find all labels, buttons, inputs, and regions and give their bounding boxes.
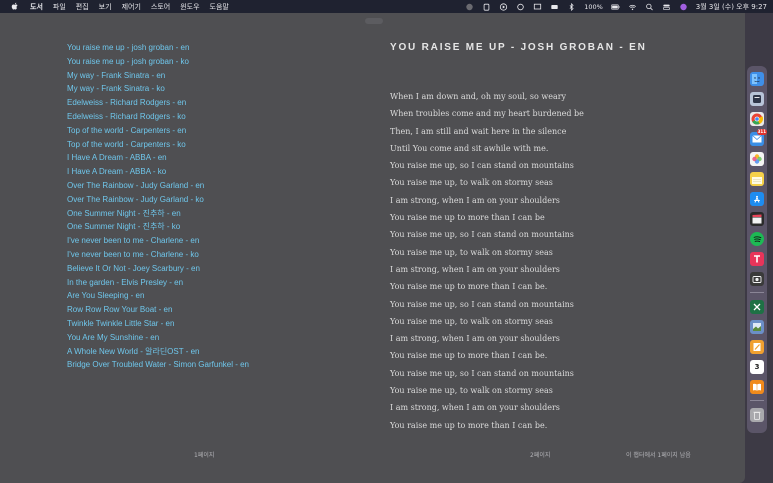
lyric-line: You raise me up, so I can stand on mount… [390,161,574,171]
toc-link[interactable]: I've never been to me - Charlene - en [67,234,327,248]
menu-help[interactable]: 도움말 [210,2,229,12]
lyric-line: You raise me up, to walk on stormy seas [390,178,553,188]
dock-divider [750,400,764,401]
search-icon[interactable] [645,3,654,11]
siri-icon[interactable] [679,3,688,11]
battery-percent: 100% [584,2,603,11]
wifi-icon[interactable] [628,3,637,11]
dock-divider [750,292,764,293]
control-center-icon[interactable] [662,3,671,11]
toc-link[interactable]: One Summer Night - 진추하 - ko [67,220,327,234]
lyric-line: You raise me up, to walk on stormy seas [390,316,553,326]
clapperboard-icon[interactable] [750,212,764,226]
mail-icon[interactable]: 311 [750,129,767,146]
lyric-line: You raise me up, so I can stand on mount… [390,230,574,240]
books-icon[interactable] [750,380,764,394]
lyric-line: You raise me up, so I can stand on mount… [390,368,574,378]
toc-link[interactable]: I've never been to me - Charlene - ko [67,248,327,262]
toc-link[interactable]: A Whole New World - 알라딘OST - en [67,345,327,359]
toc-link[interactable]: You Are My Sunshine - en [67,331,327,345]
toc-link[interactable]: I Have A Dream - ABBA - ko [67,165,327,179]
toc-link[interactable]: Are You Sleeping - en [67,289,327,303]
right-page-number: 2페이지 [530,452,551,459]
lyrics-list: When I am down and, oh my soul, so weary… [390,88,720,434]
toc-link[interactable]: Top of the world - Carpenters - ko [67,138,327,152]
toc-link[interactable]: My way - Frank Sinatra - ko [67,82,327,96]
toc-link[interactable]: You raise me up - josh groban - ko [67,55,327,69]
lyric-line: I am strong, when I am on your shoulders [390,334,560,344]
lyric-line: You raise me up, to walk on stormy seas [390,247,553,257]
toc-link[interactable]: I Have A Dream - ABBA - en [67,151,327,165]
toc-link[interactable]: Over The Rainbow - Judy Garland - en [67,179,327,193]
window-toolbar-handle[interactable] [365,18,383,24]
lyric-line: When I am down and, oh my soul, so weary [390,92,567,101]
apple-menu-icon[interactable] [10,2,20,12]
t-app-icon[interactable] [750,252,764,266]
toc-link[interactable]: Over The Rainbow - Judy Garland - ko [67,193,327,207]
toc-link[interactable]: Bridge Over Troubled Water - Simon Garfu… [67,358,327,372]
calendar-day: 3 [754,363,760,371]
lyric-line: You raise me up, so I can stand on mount… [390,299,574,309]
keyboard-icon[interactable] [550,3,559,11]
preview-icon[interactable] [750,320,764,334]
excel-icon[interactable] [750,300,764,314]
toc-link[interactable]: Edelweiss - Richard Rodgers - en [67,96,327,110]
lyric-line: Until You come and sit awhile with me. [390,143,549,153]
battery-icon[interactable] [610,3,620,11]
menu-books[interactable]: 도서 [30,2,43,12]
lyric-line: You raise me up to more than I can be. [390,420,548,430]
lyric-line: Then, I am still and wait here in the si… [390,126,567,136]
app-store-icon[interactable] [750,192,764,206]
screen-mirror-icon[interactable] [533,3,542,11]
lyric-line: You raise me up to more than I can be [390,213,545,223]
mail-badge: 311 [756,129,767,135]
clipboard-icon[interactable] [482,3,491,11]
play-icon[interactable] [499,2,508,11]
toc-link[interactable]: Believe It Or Not - Joey Scarbury - en [67,262,327,276]
sync-icon[interactable] [516,3,525,11]
menu-file[interactable]: 파일 [53,2,66,12]
menu-window[interactable]: 윈도우 [180,2,199,12]
song-title: YOU RAISE ME UP - JOSH GROBAN - EN [390,42,647,53]
lyric-line: You raise me up to more than I can be. [390,282,548,292]
calendar-icon[interactable]: 3 [750,360,764,374]
record-icon[interactable] [465,3,474,11]
lyric-line: I am strong, when I am on your shoulders [390,403,560,413]
menu-clock[interactable]: 3월 3일 (수) 오후 9:27 [696,2,767,12]
photos-icon[interactable] [750,152,764,166]
menu-edit[interactable]: 편집 [76,2,89,12]
music-app-icon[interactable] [750,92,764,106]
lyric-line: You raise me up, to walk on stormy seas [390,386,553,396]
menu-controls[interactable]: 제어기 [122,2,141,12]
toc-link[interactable]: Twinkle Twinkle Little Star - en [67,317,327,331]
toc-link[interactable]: In the garden - Elvis Presley - en [67,276,327,290]
table-of-contents: You raise me up - josh groban - en You r… [67,41,327,372]
spotify-icon[interactable] [750,232,764,246]
trash-icon[interactable] [750,408,764,422]
bluetooth-icon[interactable] [567,2,576,11]
toc-link[interactable]: My way - Frank Sinatra - en [67,69,327,83]
status-area: 100% 3월 3일 (수) 오후 9:27 [465,0,767,13]
toc-link[interactable]: You raise me up - josh groban - en [67,41,327,55]
lyric-line: When troubles come and my heart burdened… [390,109,584,119]
left-page-number: 1페이지 [194,452,215,459]
lyric-line: I am strong, when I am on your shoulders [390,264,560,274]
toc-link[interactable]: Row Row Row Your Boat - en [67,303,327,317]
chrome-icon[interactable] [750,112,764,126]
toc-link[interactable]: Top of the world - Carpenters - en [67,124,327,138]
menu-view[interactable]: 보기 [99,2,112,12]
pages-app-icon[interactable] [750,340,764,354]
pages-remaining: 이 챕터에서 1페이지 남음 [626,452,691,459]
toc-link[interactable]: One Summer Night - 진추하 - en [67,207,327,221]
menu-bar: 도서 파일 편집 보기 제어기 스토어 윈도우 도움말 100% 3월 3일 (… [0,0,773,13]
lyric-line: You raise me up to more than I can be. [390,351,548,361]
menu-store[interactable]: 스토어 [151,2,170,12]
finder-icon[interactable] [750,72,764,86]
dock: 311 3 [747,66,767,433]
notes-icon[interactable] [750,172,764,186]
screenshot-icon[interactable] [750,272,764,286]
toc-link[interactable]: Edelweiss - Richard Rodgers - ko [67,110,327,124]
lyric-line: I am strong, when I am on your shoulders [390,195,560,205]
